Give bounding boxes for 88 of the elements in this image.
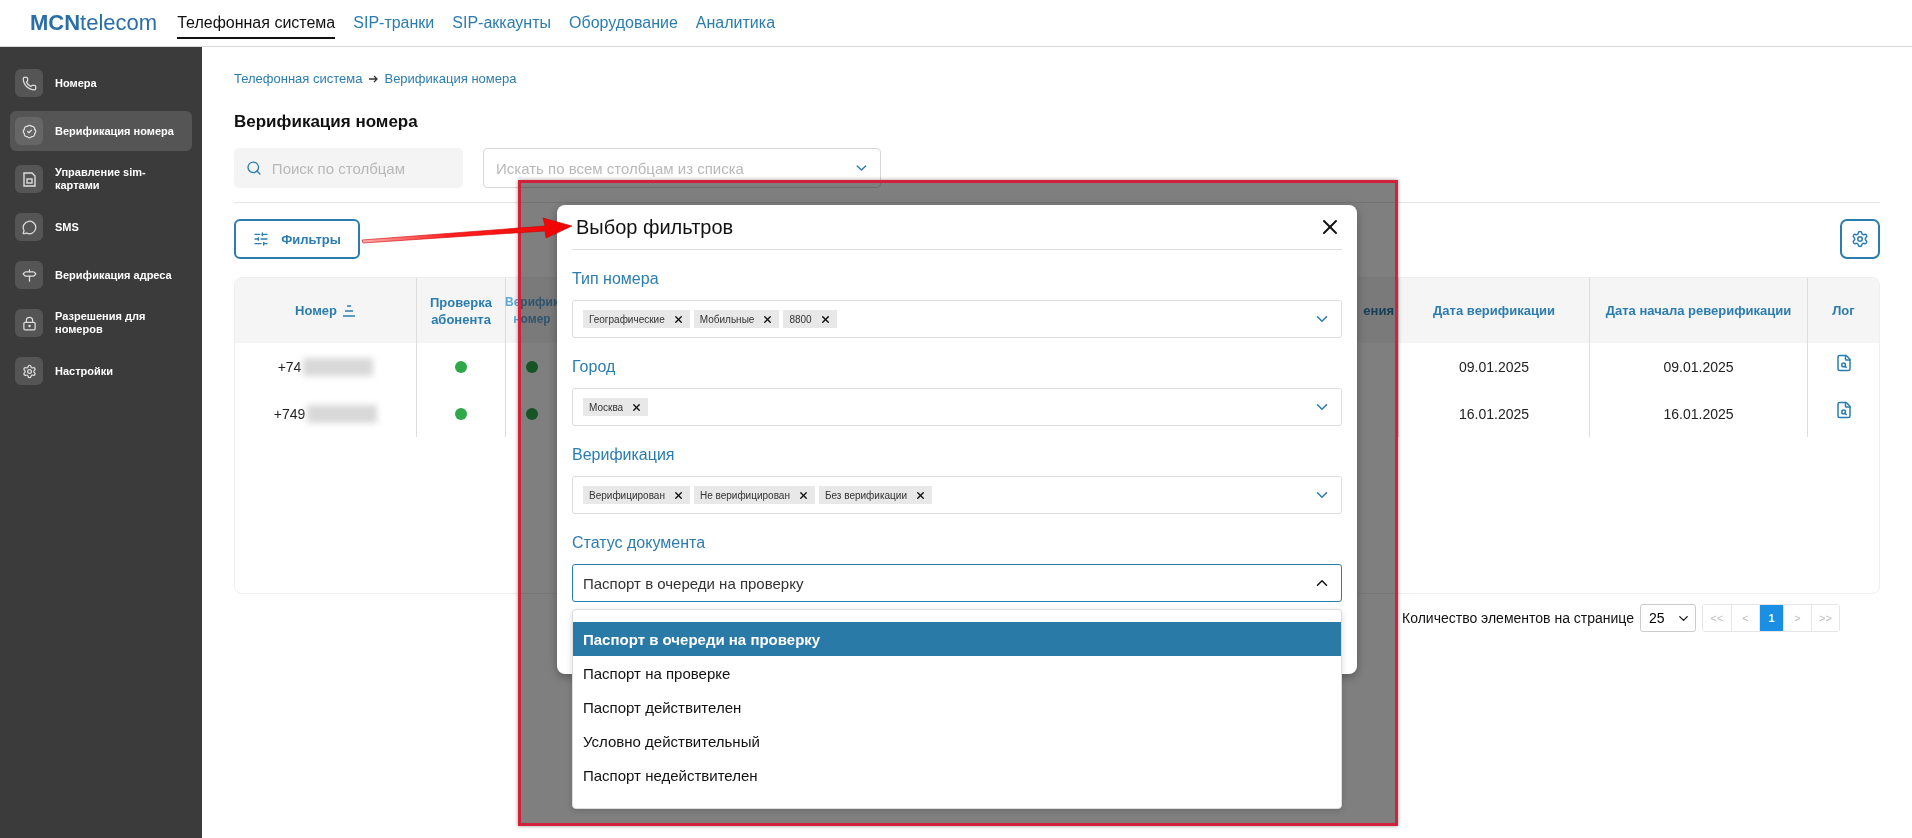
sidebar-label: Номера	[55, 76, 97, 90]
table-cell: 09.01.2025	[1458, 358, 1530, 375]
nav-tab[interactable]: SIP-транки	[353, 7, 435, 39]
phone-number: +749	[273, 405, 306, 422]
filter-chip: Москва	[583, 398, 649, 416]
search-field[interactable]: Поиск по столбцам	[234, 148, 463, 188]
log-button[interactable]	[1834, 400, 1853, 419]
sidebar-item[interactable]: Верификация номера	[10, 111, 192, 151]
dropdown-option[interactable]: Паспорт недействителен	[573, 758, 1341, 792]
column-select-input[interactable]: Искать по всем столбцам из списка	[494, 158, 848, 178]
filter-chip: Верифицирован	[583, 486, 690, 504]
sidebar-item[interactable]: Номера	[10, 63, 192, 103]
sidebar-label: Настройки	[55, 364, 114, 378]
filter-chip: 8800	[783, 310, 837, 328]
breadcrumb-link[interactable]: Телефонная система	[234, 71, 363, 86]
filter-label: Верификация	[572, 446, 676, 464]
message-icon	[21, 219, 37, 235]
file-search-icon	[1834, 353, 1853, 372]
sidebar-item[interactable]: Верификация адреса	[10, 255, 192, 295]
remove-icon[interactable]	[631, 401, 643, 413]
filter-label: Тип номера	[572, 270, 660, 288]
column-select[interactable]: Искать по всем столбцам из списка	[483, 148, 881, 188]
sidebar-item[interactable]: SMS	[10, 207, 192, 247]
multi-select[interactable]: Москва	[572, 388, 1342, 426]
dropdown-option[interactable]: Паспорт в очереди на проверку	[573, 622, 1341, 656]
table-cell: 16.01.2025	[1663, 405, 1734, 422]
signpost-icon	[21, 267, 37, 283]
settings-button[interactable]	[1840, 219, 1880, 259]
sidebar-label: Управление sim-картами	[55, 166, 147, 192]
column-header: Дата верификации	[1433, 302, 1555, 319]
search-input[interactable]: Поиск по столбцам	[269, 158, 451, 178]
page-size-select[interactable]: 25	[1640, 604, 1696, 632]
lock-icon	[21, 315, 37, 331]
file-search-icon	[1834, 400, 1853, 419]
page-size-label: Количество элементов на странице	[1402, 610, 1634, 626]
remove-icon[interactable]	[672, 489, 684, 501]
remove-icon[interactable]	[915, 489, 926, 501]
sidebar-label: Верификация номера	[55, 124, 174, 138]
arrow-right-icon	[368, 73, 379, 84]
remove-icon[interactable]	[819, 313, 831, 325]
dialog-title: Выбор фильтров	[575, 215, 734, 239]
dropdown-option[interactable]: Паспорт действителен	[573, 690, 1341, 724]
filter-label: Статус документа	[572, 534, 707, 552]
sidebar-label: SMS	[55, 220, 79, 234]
blur-mask	[307, 404, 378, 423]
remove-icon[interactable]	[672, 313, 684, 325]
dropdown-option[interactable]: Паспорт на проверке	[573, 656, 1341, 690]
column-header: Проверка абонента	[429, 293, 493, 328]
filter-chip: Мобильные	[693, 310, 780, 328]
breadcrumb-link[interactable]: Верификация номера	[384, 71, 517, 86]
column-header: Дата начала реверификации	[1605, 302, 1792, 319]
sidebar-label: Разрешения для номеров	[55, 310, 147, 336]
filter-chip: Географические	[583, 310, 690, 328]
filter-label: Город	[572, 358, 617, 376]
nav-tab[interactable]: SIP-аккаунты	[452, 7, 552, 39]
settings-icon	[1851, 230, 1869, 248]
filters-button[interactable]: Фильтры	[234, 219, 360, 259]
phone-icon	[21, 75, 37, 91]
remove-icon[interactable]	[762, 313, 774, 325]
sim-card-icon	[22, 171, 36, 187]
settings-icon	[21, 363, 37, 379]
sidebar-item[interactable]: Настройки	[10, 351, 192, 391]
nav-tab[interactable]: Телефонная система	[177, 7, 336, 39]
nav-tab[interactable]: Оборудование	[569, 7, 678, 39]
logo: MCNtelecom	[30, 10, 158, 36]
column-header: Номер	[295, 302, 337, 319]
table-cell: 09.01.2025	[1663, 358, 1734, 375]
nav-tab[interactable]: Аналитика	[695, 7, 776, 39]
table-cell: 16.01.2025	[1458, 405, 1530, 422]
remove-icon[interactable]	[797, 489, 809, 501]
multi-select[interactable]: Географические Мобильные 8800	[572, 300, 1342, 338]
filter-chip: Не верифицирован	[693, 486, 815, 504]
multi-select[interactable]: Верифицирован Не верифицирован Без верификации	[572, 476, 1342, 514]
sidebar-label: Верификация адреса	[55, 268, 172, 282]
phone-number: +74	[277, 358, 302, 375]
filter-chip: Без верификации	[818, 486, 932, 504]
dropdown-option[interactable]: Условно действительный	[573, 724, 1341, 758]
page-title: Верификация номера	[234, 112, 419, 132]
log-button[interactable]	[1834, 353, 1853, 372]
sidebar-item[interactable]: Управление sim-картами	[10, 159, 192, 199]
blur-mask	[303, 357, 374, 376]
column-header: ения	[1363, 302, 1394, 319]
search-icon	[246, 159, 262, 177]
column-header: Лог	[1832, 302, 1855, 319]
sliders-icon	[253, 231, 270, 247]
sidebar-item[interactable]: Разрешения для номеров	[10, 303, 192, 343]
sort-icon[interactable]	[341, 304, 356, 317]
badge-check-icon	[21, 123, 37, 139]
